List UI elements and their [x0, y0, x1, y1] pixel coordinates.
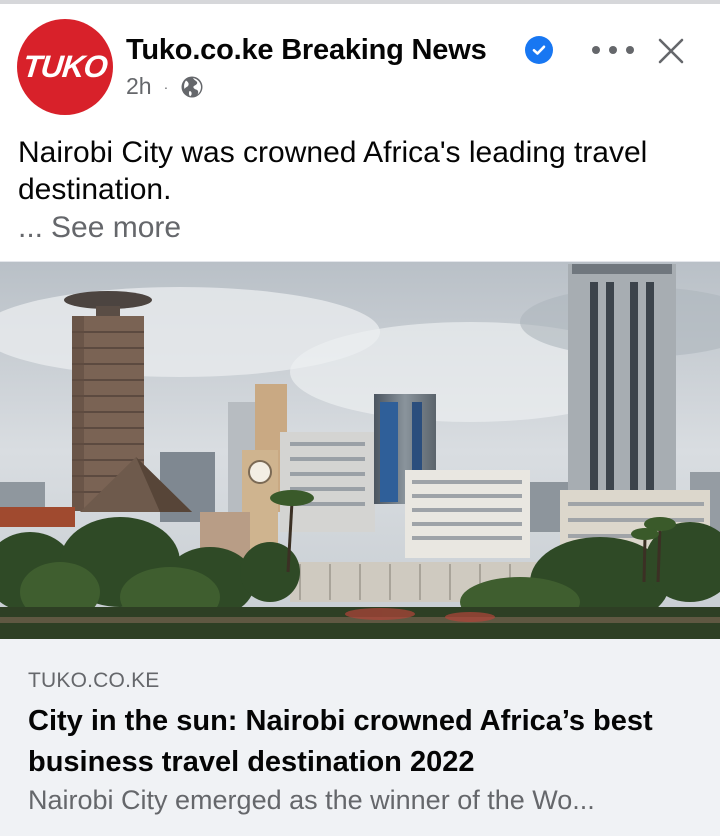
see-more-link[interactable]: ... See more [18, 209, 181, 246]
page-name-link[interactable]: Tuko.co.ke Breaking News [126, 34, 487, 67]
post-timestamp[interactable]: 2h [126, 73, 152, 100]
link-domain: TUKO.CO.KE [28, 669, 160, 692]
see-more-ellipsis: ... [18, 211, 44, 244]
post-text: Nairobi City was crowned Africa's leadin… [18, 136, 648, 206]
link-preview-card[interactable]: TUKO.CO.KE City in the sun: Nairobi crow… [0, 639, 720, 836]
page-avatar[interactable]: TUKO [17, 19, 113, 115]
tuko-logo-text: TUKO [21, 49, 109, 84]
link-headline: City in the sun: Nairobi crowned Africa’… [28, 705, 653, 778]
see-more-label: See more [51, 211, 182, 244]
nairobi-skyline-photo [0, 262, 720, 640]
more-options-icon[interactable] [592, 38, 634, 62]
link-description: Nairobi City emerged as the winner of th… [28, 785, 595, 815]
close-icon[interactable] [656, 36, 686, 66]
globe-icon [181, 76, 203, 97]
meta-separator: · [163, 78, 169, 95]
verified-check-icon [525, 36, 553, 64]
post-image[interactable] [0, 261, 720, 640]
tuko-logo: TUKO [17, 19, 113, 115]
top-divider [0, 0, 720, 4]
post-meta: 2h · [126, 73, 204, 100]
